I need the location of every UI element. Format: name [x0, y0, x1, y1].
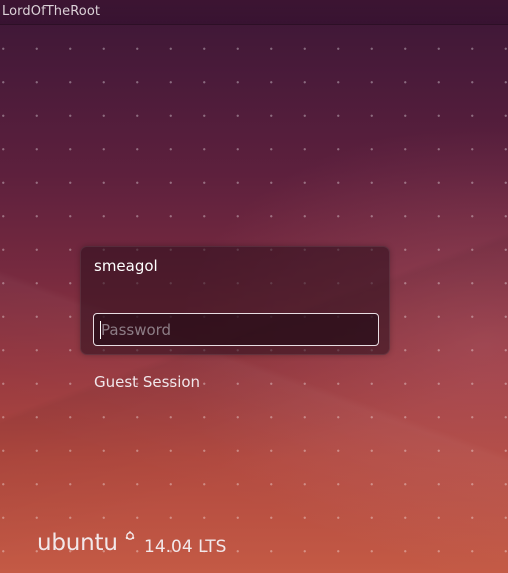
- login-prompt-box: smeagol: [80, 246, 390, 355]
- version-label: 14.04 LTS: [144, 537, 227, 557]
- circle-of-friends-icon: [125, 531, 135, 540]
- password-field-frame[interactable]: [93, 313, 379, 346]
- ubuntu-logo-text: ubuntu: [37, 530, 118, 556]
- username-label[interactable]: smeagol: [94, 257, 158, 275]
- hostname-label: LordOfTheRoot: [2, 4, 101, 19]
- guest-session-button[interactable]: Guest Session: [94, 373, 200, 391]
- password-input[interactable]: [94, 314, 378, 345]
- text-cursor: [100, 321, 101, 339]
- top-panel: LordOfTheRoot: [0, 0, 508, 25]
